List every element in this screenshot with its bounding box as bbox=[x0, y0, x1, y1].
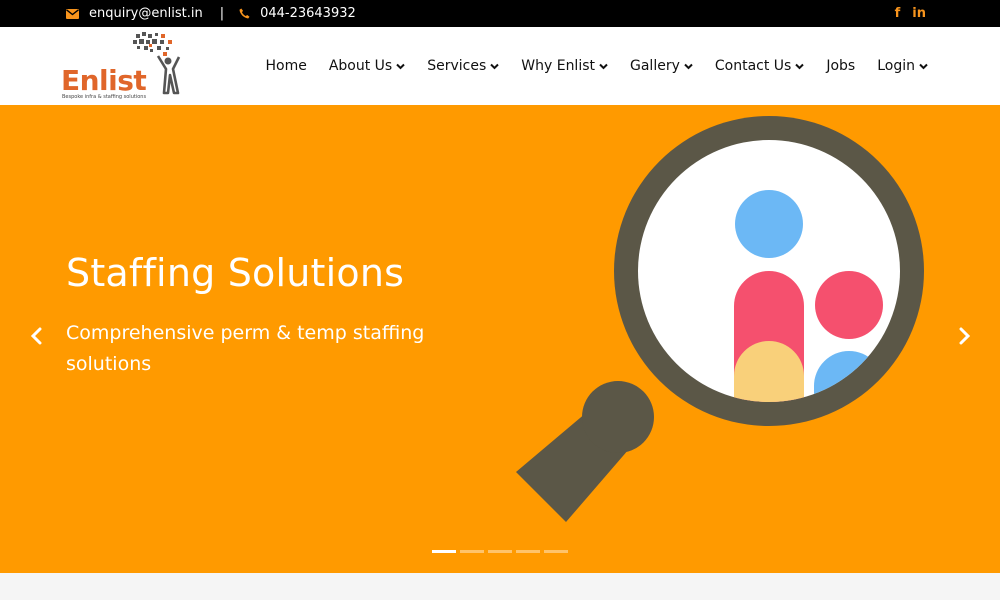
main-nav: Home About Us Services Why Enlist Galler… bbox=[243, 27, 928, 105]
chevron-down-icon bbox=[490, 63, 499, 70]
chevron-down-icon bbox=[919, 63, 928, 70]
person-head-red bbox=[815, 271, 883, 339]
social-links: f in bbox=[895, 0, 926, 27]
nav-item-services[interactable]: Services bbox=[427, 58, 499, 74]
slide-indicator-4[interactable] bbox=[516, 550, 540, 553]
nav-item-contact-us[interactable]: Contact Us bbox=[714, 58, 805, 74]
slide-indicator-5[interactable] bbox=[544, 550, 568, 553]
envelope-icon bbox=[66, 8, 79, 19]
nav-item-jobs[interactable]: Jobs bbox=[826, 58, 855, 74]
nav-label: Why Enlist bbox=[521, 58, 595, 74]
slide-indicator-3[interactable] bbox=[488, 550, 512, 553]
phone-icon bbox=[239, 8, 250, 19]
nav-item-home[interactable]: Home bbox=[265, 58, 306, 74]
next-slide-button[interactable] bbox=[955, 327, 975, 349]
slide-indicators bbox=[432, 550, 568, 553]
contact-info: enquiry@enlist.in | 044-23643932 bbox=[66, 0, 356, 27]
nav-item-login[interactable]: Login bbox=[877, 58, 928, 74]
logo[interactable]: Enlist Bespoke infra & staffing solution… bbox=[60, 31, 185, 101]
person-head-blue bbox=[735, 190, 803, 258]
nav-label: Login bbox=[877, 58, 915, 74]
chevron-left-icon bbox=[30, 327, 42, 349]
phone-link[interactable]: 044-23643932 bbox=[260, 6, 356, 21]
nav-label: About Us bbox=[328, 58, 393, 74]
top-bar: enquiry@enlist.in | 044-23643932 f in bbox=[0, 0, 1000, 27]
nav-item-about-us[interactable]: About Us bbox=[329, 58, 405, 74]
prev-slide-button[interactable] bbox=[26, 327, 46, 349]
linkedin-icon[interactable]: in bbox=[912, 6, 926, 21]
next-section bbox=[0, 573, 1000, 600]
nav-item-why-enlist[interactable]: Why Enlist bbox=[521, 58, 608, 74]
hero-title: Staffing Solutions bbox=[66, 251, 405, 295]
logo-tagline: Bespoke infra & staffing solutions bbox=[62, 94, 147, 100]
slide-indicator-2[interactable] bbox=[460, 550, 484, 553]
chevron-down-icon bbox=[795, 63, 805, 70]
chevron-down-icon bbox=[599, 63, 608, 70]
nav-label: Jobs bbox=[826, 58, 856, 74]
nav-label: Services bbox=[427, 58, 487, 74]
email-link[interactable]: enquiry@enlist.in bbox=[89, 6, 203, 21]
separator: | bbox=[219, 6, 225, 21]
facebook-icon[interactable]: f bbox=[895, 6, 901, 21]
nav-item-gallery[interactable]: Gallery bbox=[630, 58, 693, 74]
chevron-down-icon bbox=[684, 63, 693, 70]
slide-indicator-1[interactable] bbox=[432, 550, 456, 553]
chevron-down-icon bbox=[396, 63, 405, 70]
site-header: Enlist Bespoke infra & staffing solution… bbox=[0, 27, 1000, 105]
hero-slider: Staffing Solutions Comprehensive perm & … bbox=[0, 105, 1000, 573]
nav-label: Home bbox=[265, 58, 307, 74]
logo-wordmark: Enlist bbox=[61, 64, 147, 97]
nav-label: Contact Us bbox=[714, 58, 792, 74]
nav-label: Gallery bbox=[630, 58, 680, 74]
chevron-right-icon bbox=[959, 327, 971, 349]
hero-subtitle: Comprehensive perm & temp staffing solut… bbox=[66, 322, 425, 375]
